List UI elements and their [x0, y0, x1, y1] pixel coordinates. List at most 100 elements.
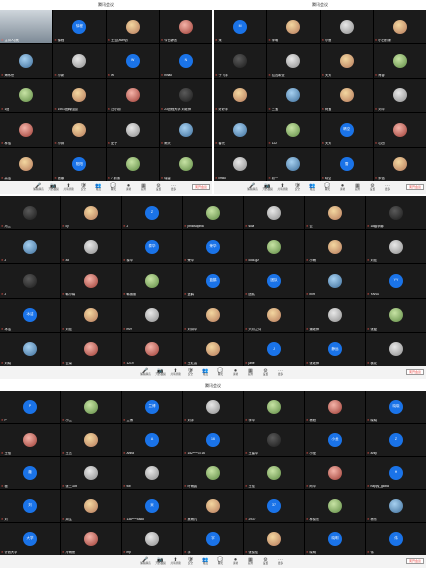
participant-tile[interactable]: ✕ 23进程大学 刘老师 — [159, 78, 212, 113]
participant-tile[interactable]: ✕ 王佳 — [244, 457, 304, 489]
participant-tile[interactable]: 兰博 ✕ 兰博 — [122, 391, 182, 423]
participant-tile[interactable]: 刘 ✕ 刘 — [0, 490, 60, 522]
participant-tile[interactable]: P ✕ P — [0, 391, 60, 423]
participant-tile[interactable]: ✕ 阿华 — [305, 457, 365, 489]
leave-meeting-button[interactable]: 离开会议 — [405, 558, 424, 564]
participant-tile[interactable]: 团队 ✕ 团队 — [244, 264, 304, 298]
participant-tile[interactable]: 米 ✕ 138****4888 — [122, 490, 182, 522]
participant-tile[interactable]: ✕ wb — [122, 457, 182, 489]
participant-tile[interactable]: ✕ 王怡 — [0, 424, 60, 456]
participant-tile[interactable]: ✕ 小白的家 — [373, 10, 426, 44]
toolbar-button-record[interactable]: ⏺ 录制 — [123, 183, 135, 192]
participant-tile[interactable]: 雪 ✕ 晴空 — [320, 147, 373, 181]
participant-tile[interactable]: Z ✕ zzzy — [366, 424, 426, 456]
participant-tile[interactable]: 晓晓 ✕ 晓晓 — [366, 391, 426, 423]
participant-tile[interactable]: ✕ 刘洋 — [183, 391, 243, 423]
toolbar-button-shield[interactable]: 🛡 安全 — [78, 183, 90, 192]
participant-tile[interactable]: ✕ 云朵 — [61, 332, 121, 366]
participant-tile[interactable]: ✕ 阿宝 — [320, 78, 373, 113]
participant-tile[interactable]: ✕ 王五 — [61, 424, 121, 456]
participant-tile[interactable]: ✕ zw — [61, 230, 121, 264]
toolbar-button-apps[interactable]: ▦ 应用 — [245, 557, 257, 566]
participant-tile[interactable]: ✕ 六月之词 — [244, 298, 304, 332]
toolbar-button-chat[interactable]: 💬 聊天 — [322, 183, 334, 192]
participant-tile[interactable]: ✕ 心田 — [373, 113, 426, 147]
toolbar-button-camera-off[interactable]: 📷 开启视频 — [155, 368, 167, 377]
participant-tile[interactable]: ✕ 韩小娟 — [61, 264, 121, 298]
leave-meeting-button[interactable]: 离开会议 — [405, 184, 424, 190]
toolbar-button-share-screen[interactable]: ⬆ 共享屏幕 — [170, 368, 182, 377]
toolbar-button-share-screen[interactable]: ⬆ 共享屏幕 — [63, 183, 75, 192]
participant-tile[interactable]: ✕ 冷雨夜 — [61, 523, 121, 555]
participant-tile[interactable]: 16 ✕ 152****3716 — [183, 424, 243, 456]
toolbar-button-mic-off[interactable]: 🎤 解除静音 — [140, 368, 152, 377]
participant-tile[interactable]: ✕ 18级李娜 — [366, 196, 426, 230]
toolbar-button-share-screen[interactable]: ⬆ 共享屏幕 — [170, 557, 182, 566]
participant-tile[interactable]: ✕ 史子 — [106, 113, 159, 147]
toolbar-button-record[interactable]: ⏺ 录制 — [230, 557, 242, 566]
participant-tile[interactable]: 宇 ✕ 宇 — [183, 523, 243, 555]
participant-tile[interactable]: ✕ Z — [0, 264, 60, 298]
participant-tile[interactable]: 大学 ✕ 计划大学 — [0, 523, 60, 555]
toolbar-button-chat[interactable]: 💬 聊天 — [108, 183, 120, 192]
toolbar-button-mic-off[interactable]: 🎤 解除静音 — [140, 557, 152, 566]
toolbar-button-chat[interactable]: 💬 聊天 — [215, 557, 227, 566]
participant-tile[interactable]: 小龙 ✕ 小龙 — [305, 424, 365, 456]
participant-tile[interactable]: ✕ 刘华 — [373, 78, 426, 113]
toolbar-button-more[interactable]: ⋯ 更多 — [275, 368, 287, 377]
participant-tile[interactable]: M ✕ 米 — [214, 10, 267, 44]
participant-tile[interactable]: 晴空 ✕ 天天 — [320, 113, 373, 147]
participant-tile[interactable]: ✕ 肖蓉 — [373, 44, 426, 78]
participant-tile[interactable]: ✕ 122 — [267, 113, 320, 147]
participant-tile[interactable]: ✕ 天天 — [320, 44, 373, 78]
toolbar-button-members[interactable]: 👥 成员 — [200, 368, 212, 377]
participant-tile[interactable]: ✕ 王建华 — [244, 424, 304, 456]
participant-tile[interactable]: ✕ 刘诗华 — [183, 298, 243, 332]
toolbar-button-camera-off[interactable]: 📷 开启视频 — [48, 183, 60, 192]
participant-tile[interactable]: ✕ 初一 — [267, 147, 320, 181]
participant-tile[interactable]: ✕ 王红霞 — [183, 332, 243, 366]
participant-tile[interactable]: ✕ 小新 — [53, 44, 106, 78]
participant-tile[interactable]: ✕ 云 — [305, 196, 365, 230]
participant-tile[interactable]: ✕ 张磊 — [366, 298, 426, 332]
participant-tile[interactable]: ✕ 小鱼 — [320, 10, 373, 44]
toolbar-button-apps[interactable]: ▦ 应用 — [138, 183, 150, 192]
participant-tile[interactable]: ✕ 今日静言 — [159, 10, 212, 44]
participant-tile[interactable]: ✕ b/lrt — [305, 264, 365, 298]
participant-tile[interactable]: ✕ 7 抓紧 — [106, 147, 159, 181]
participant-tile[interactable]: ✕ mp — [122, 523, 182, 555]
participant-tile[interactable]: H ✕ happy_global — [366, 457, 426, 489]
participant-tile[interactable]: ✕ 1901班韩佳园 — [53, 78, 106, 113]
participant-tile[interactable]: ✕ 瑞雪 — [159, 147, 212, 181]
toolbar-button-share-screen[interactable]: ⬆ 共享屏幕 — [277, 183, 289, 192]
participant-tile[interactable]: ✕ 张俊佳 — [244, 523, 304, 555]
participant-tile[interactable]: ✕ 林俊杰 — [305, 490, 365, 522]
participant-tile[interactable]: ✕ 1219 — [122, 332, 182, 366]
toolbar-button-gear[interactable]: ⚙ 设置 — [367, 183, 379, 192]
participant-tile[interactable]: YY ✕ YANG — [366, 264, 426, 298]
participant-tile[interactable]: 冰洁 ✕ 冰洁 — [0, 298, 60, 332]
toolbar-button-apps[interactable]: ▦ 应用 — [245, 368, 257, 377]
participant-tile[interactable]: ✕ mzr — [122, 298, 182, 332]
participant-tile[interactable]: ✕ 高洁 — [0, 147, 53, 181]
participant-tile[interactable]: ✕ 刘宏 — [61, 298, 121, 332]
participant-tile[interactable]: ✕ 王云(Avery) — [106, 10, 159, 44]
participant-tile[interactable]: J ✕ jane — [244, 332, 304, 366]
participant-tile[interactable]: ✕ 桃花 — [366, 332, 426, 366]
toolbar-button-more[interactable]: ⋯ 更多 — [275, 557, 287, 566]
participant-tile[interactable]: ✕ 周生 — [61, 490, 121, 522]
toolbar-button-record[interactable]: ⏺ 录制 — [230, 368, 242, 377]
participant-tile[interactable]: N ✕ nihao — [159, 44, 212, 78]
toolbar-button-mic-off[interactable]: 🎤 解除静音 — [247, 183, 259, 192]
toolbar-button-more[interactable]: ⋯ 更多 — [382, 183, 394, 192]
participant-tile[interactable]: ✕ 于飞宇 — [214, 44, 267, 78]
participant-tile[interactable]: ✕ 朱恬 — [373, 147, 426, 181]
participant-tile[interactable]: ✕ Z — [0, 230, 60, 264]
participant-tile[interactable]: W ✕ W — [106, 44, 159, 78]
toolbar-button-mic-off[interactable]: 🎤 解除静音 — [33, 183, 45, 192]
participant-tile[interactable]: ✕ 海水世 — [0, 44, 53, 78]
participant-tile[interactable]: ✕ 汪小丽 — [106, 78, 159, 113]
participant-tile[interactable]: 荣华 ✕ 荣华 — [183, 230, 243, 264]
participant-tile[interactable]: ✕ 韩丽丽 — [122, 264, 182, 298]
participant-tile[interactable]: A ✕ Anna — [122, 424, 182, 456]
